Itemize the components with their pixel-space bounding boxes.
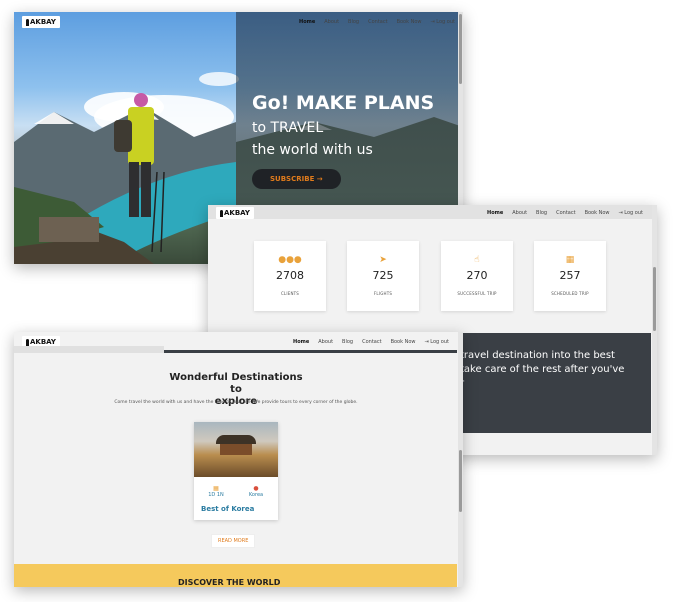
- logo-text: AKBAY: [224, 209, 250, 217]
- stat-value: 2708: [276, 269, 304, 282]
- hero-subline-1: to TRAVEL: [252, 120, 324, 136]
- pin-icon: [220, 209, 223, 217]
- nav-book-now[interactable]: Book Now: [585, 210, 610, 216]
- calendar-icon: ▦: [565, 255, 575, 265]
- banner-text-1: travel destination into the best: [460, 350, 615, 361]
- location-meta: ● Korea: [241, 485, 271, 498]
- top-nav: AKBAY Home About Blog Contact Book Now ⇥…: [14, 12, 463, 32]
- stat-label: SCHEDULED TRIP: [551, 291, 589, 296]
- duration-text: 1D 1N: [208, 492, 224, 498]
- location-text: Korea: [248, 492, 264, 498]
- users-icon: ●●●: [278, 255, 302, 265]
- hero-subline-2: the world with us: [252, 142, 373, 158]
- logout-icon: ⇥: [618, 210, 623, 216]
- stat-card-scheduled-trip: ▦ 257 SCHEDULED TRIP: [534, 241, 606, 311]
- paper-plane-icon: ➤: [379, 255, 387, 265]
- nav-underline-light: [14, 346, 164, 353]
- scrollbar-thumb[interactable]: [459, 14, 462, 84]
- section-description: Come travel the world with us and have t…: [114, 400, 358, 405]
- nav-contact[interactable]: Contact: [556, 210, 575, 216]
- duration-meta: ▦ 1D 1N: [201, 485, 231, 498]
- nav-book-now[interactable]: Book Now: [397, 19, 422, 25]
- read-more-button[interactable]: READ MORE: [211, 534, 256, 548]
- nav-contact[interactable]: Contact: [368, 19, 387, 25]
- nav-menu: Home About Blog Contact Book Now ⇥ Log o…: [299, 19, 455, 25]
- nav-blog[interactable]: Blog: [536, 210, 547, 216]
- logout-label: Log out: [624, 210, 643, 216]
- nav-about[interactable]: About: [324, 19, 339, 25]
- calendar-icon: ▦: [213, 485, 219, 492]
- stat-card-clients: ●●● 2708 CLIENTS: [254, 241, 326, 311]
- site-logo[interactable]: AKBAY: [22, 16, 60, 28]
- scrollbar-thumb[interactable]: [653, 267, 656, 331]
- nav-contact[interactable]: Contact: [362, 339, 381, 345]
- nav-logout[interactable]: ⇥ Log out: [424, 339, 449, 345]
- scrollbar[interactable]: [458, 332, 463, 587]
- pin-icon: [26, 18, 29, 26]
- destinations-window: AKBAY Home About Blog Contact Book Now ⇥…: [14, 332, 463, 587]
- nav-home[interactable]: Home: [293, 339, 309, 345]
- logout-icon: ⇥: [430, 19, 435, 25]
- thumbs-up-icon: ☝: [474, 255, 480, 265]
- stat-value: 725: [372, 269, 394, 282]
- nav-blog[interactable]: Blog: [342, 339, 353, 345]
- destination-card[interactable]: ▦ 1D 1N ● Korea Best of Korea: [194, 422, 278, 520]
- nav-blog[interactable]: Blog: [348, 19, 359, 25]
- scrollbar-thumb[interactable]: [459, 450, 462, 512]
- map-pin-icon: ●: [253, 485, 259, 492]
- site-logo[interactable]: AKBAY: [216, 207, 254, 219]
- logout-label: Log out: [430, 339, 449, 345]
- hero-headline: Go! MAKE PLANS: [252, 92, 435, 114]
- nav-logout[interactable]: ⇥ Log out: [430, 19, 455, 25]
- stat-label: CLIENTS: [280, 291, 300, 296]
- stat-card-flights: ➤ 725 FLIGHTS: [347, 241, 419, 311]
- stat-card-successful-trip: ☝ 270 SUCCESSFUL TRIP: [441, 241, 513, 311]
- logout-label: Log out: [436, 19, 455, 25]
- pin-icon: [26, 338, 29, 346]
- nav-home[interactable]: Home: [299, 19, 315, 25]
- nav-logout[interactable]: ⇥ Log out: [618, 210, 643, 216]
- palace-hall: [220, 444, 252, 455]
- palace-roof: [216, 435, 256, 444]
- stat-label: SUCCESSFUL TRIP: [457, 291, 497, 296]
- section-title-line-1: Wonderful Destinations to: [169, 372, 303, 395]
- nav-book-now[interactable]: Book Now: [391, 339, 416, 345]
- nav-menu: Home About Blog Contact Book Now ⇥ Log o…: [487, 210, 643, 216]
- nav-home[interactable]: Home: [487, 210, 503, 216]
- nav-about[interactable]: About: [318, 339, 333, 345]
- destination-photo: [194, 422, 278, 477]
- top-nav: AKBAY Home About Blog Contact Book Now ⇥…: [208, 205, 657, 221]
- stat-value: 270: [466, 269, 488, 282]
- logo-text: AKBAY: [30, 18, 56, 26]
- stat-label: FLIGHTS: [373, 291, 393, 296]
- logo-text: AKBAY: [30, 338, 56, 346]
- destination-name[interactable]: Best of Korea: [201, 505, 254, 513]
- scrollbar[interactable]: [652, 205, 657, 455]
- discover-heading: DISCOVER THE WORLD: [178, 578, 281, 587]
- subscribe-button[interactable]: SUBSCRIBE →: [252, 169, 341, 189]
- stat-value: 257: [559, 269, 581, 282]
- nav-menu: Home About Blog Contact Book Now ⇥ Log o…: [293, 339, 449, 345]
- nav-underline-dark: [164, 350, 457, 353]
- nav-about[interactable]: About: [512, 210, 527, 216]
- logout-icon: ⇥: [424, 339, 429, 345]
- banner-text-2: take care of the rest after you've: [460, 364, 625, 375]
